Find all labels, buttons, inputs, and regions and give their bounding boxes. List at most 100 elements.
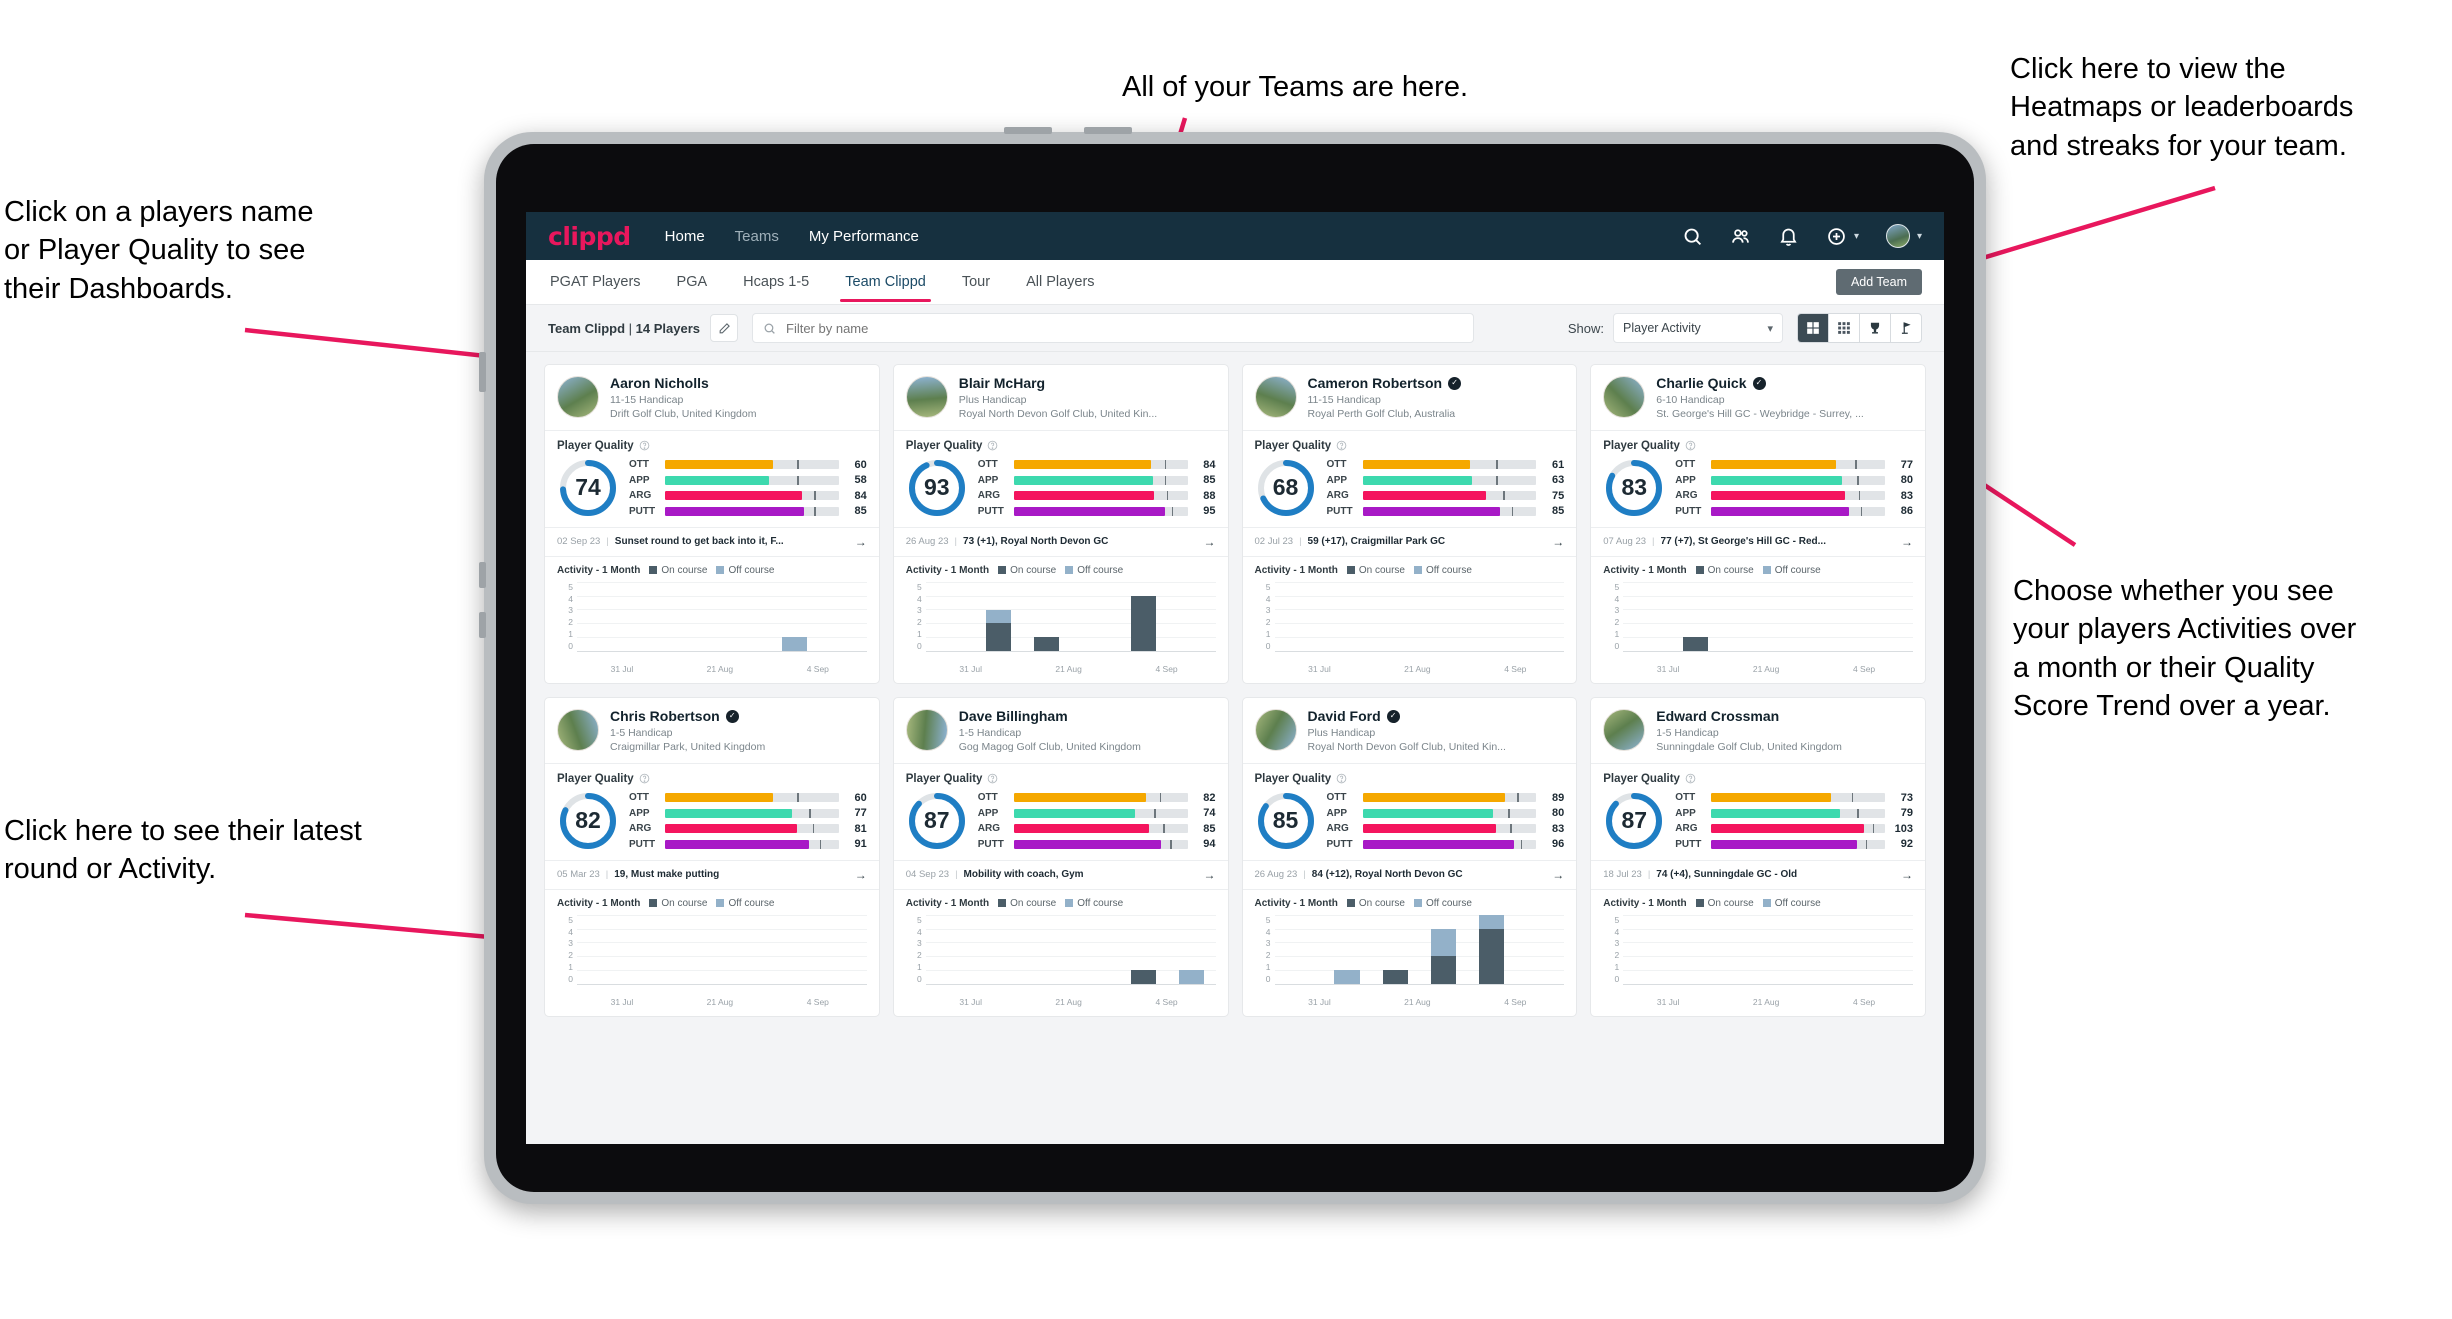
player-card[interactable]: David Ford ✓ Plus Handicap Royal North D… bbox=[1241, 696, 1578, 1017]
player-card-header[interactable]: Aaron Nicholls 11-15 Handicap Drift Golf… bbox=[545, 365, 879, 431]
bar-slot bbox=[1672, 915, 1720, 984]
player-card[interactable]: Cameron Robertson ✓ 11-15 Handicap Royal… bbox=[1241, 364, 1578, 684]
metric-row: PUTT 86 bbox=[1675, 505, 1913, 517]
help-circle-icon[interactable] bbox=[987, 440, 998, 451]
player-card-header[interactable]: Cameron Robertson ✓ 11-15 Handicap Royal… bbox=[1242, 365, 1577, 431]
view-grid-small-button[interactable] bbox=[1829, 314, 1860, 342]
arrow-right-icon[interactable]: → bbox=[1901, 535, 1913, 549]
arrow-right-icon[interactable]: → bbox=[1204, 868, 1216, 882]
player-quality-title: Player Quality bbox=[906, 773, 1216, 785]
nav-link-my-performance[interactable]: My Performance bbox=[809, 228, 919, 245]
player-card-header[interactable]: David Ford ✓ Plus Handicap Royal North D… bbox=[1242, 698, 1577, 764]
chevron-down-icon-add[interactable]: ▾ bbox=[1854, 231, 1859, 242]
tab-pgat-players[interactable]: PGAT Players bbox=[548, 263, 643, 302]
player-card[interactable]: Aaron Nicholls 11-15 Handicap Drift Golf… bbox=[544, 364, 880, 684]
view-grid-large-button[interactable] bbox=[1798, 314, 1829, 342]
bar-slot bbox=[1323, 582, 1371, 651]
search-input[interactable] bbox=[784, 319, 1463, 337]
annotation-players: Click on a players name or Player Qualit… bbox=[4, 196, 314, 305]
nav-link-teams[interactable]: Teams bbox=[735, 228, 779, 245]
metric-value: 84 bbox=[854, 489, 867, 502]
player-name[interactable]: Edward Crossman bbox=[1656, 708, 1913, 724]
plus-circle-icon[interactable] bbox=[1826, 226, 1847, 247]
metric-benchmark-tick bbox=[1496, 475, 1498, 485]
search-icon[interactable] bbox=[1682, 226, 1703, 247]
tab-all-players[interactable]: All Players bbox=[1024, 263, 1097, 302]
metrics-list: OTT 73 APP 79 ARG 103 PUTT 92 bbox=[1675, 792, 1913, 851]
help-circle-icon[interactable] bbox=[639, 773, 650, 784]
player-name[interactable]: Charlie Quick ✓ bbox=[1656, 375, 1913, 391]
latest-round-row[interactable]: 04 Sep 23 | Mobility with coach, Gym → bbox=[893, 861, 1228, 890]
player-quality-section[interactable]: Player Quality 82 OTT 60 APP 77 ARG 81 P… bbox=[545, 764, 879, 861]
avatar[interactable] bbox=[1885, 224, 1910, 248]
player-quality-section[interactable]: Player Quality 93 OTT 84 APP 85 ARG 88 P… bbox=[893, 431, 1228, 528]
chevron-down-icon-profile[interactable]: ▾ bbox=[1917, 231, 1922, 242]
player-avatar bbox=[905, 376, 948, 418]
player-name[interactable]: Blair McHarg bbox=[959, 375, 1216, 391]
arrow-right-icon[interactable]: → bbox=[1552, 535, 1564, 549]
player-card-header[interactable]: Blair McHarg Plus Handicap Royal North D… bbox=[893, 365, 1228, 431]
player-card-header[interactable]: Chris Robertson ✓ 1-5 Handicap Craigmill… bbox=[545, 698, 879, 764]
latest-round-row[interactable]: 26 Aug 23 | 84 (+12), Royal North Devon … bbox=[1242, 861, 1577, 890]
arrow-right-icon[interactable]: → bbox=[1901, 868, 1913, 882]
latest-round-row[interactable]: 02 Jul 23 | 59 (+17), Craigmillar Park G… bbox=[1242, 528, 1577, 557]
metric-label: APP bbox=[1326, 474, 1348, 486]
search-field[interactable] bbox=[752, 313, 1474, 343]
player-quality-section[interactable]: Player Quality 85 OTT 89 APP 80 ARG 83 P… bbox=[1242, 764, 1577, 861]
add-team-button[interactable]: Add Team bbox=[1835, 269, 1922, 295]
player-name[interactable]: Chris Robertson ✓ bbox=[610, 708, 867, 724]
player-card[interactable]: Chris Robertson ✓ 1-5 Handicap Craigmill… bbox=[544, 696, 880, 1017]
latest-round-row[interactable]: 18 Jul 23 | 74 (+4), Sunningdale GC - Ol… bbox=[1591, 861, 1925, 890]
bar-slot bbox=[1022, 915, 1070, 984]
arrow-right-icon[interactable]: → bbox=[855, 868, 867, 882]
help-circle-icon[interactable] bbox=[639, 440, 650, 451]
arrow-right-icon[interactable]: → bbox=[1204, 535, 1216, 549]
arrow-right-icon[interactable]: → bbox=[855, 535, 867, 549]
player-avatar bbox=[557, 708, 599, 751]
nav-link-home[interactable]: Home bbox=[665, 228, 705, 245]
player-name[interactable]: Aaron Nicholls bbox=[610, 375, 867, 391]
player-card[interactable]: Dave Billingham 1-5 Handicap Gog Magog G… bbox=[892, 696, 1229, 1017]
view-flag-button[interactable] bbox=[1891, 314, 1921, 342]
player-quality-section[interactable]: Player Quality 87 OTT 73 APP 79 ARG 103 … bbox=[1591, 764, 1925, 861]
latest-round-row[interactable]: 26 Aug 23 | 73 (+1), Royal North Devon G… bbox=[893, 528, 1228, 557]
edit-team-button[interactable] bbox=[710, 314, 738, 342]
people-icon[interactable] bbox=[1730, 226, 1751, 247]
y-tick: 5 bbox=[568, 581, 573, 592]
player-quality-section[interactable]: Player Quality 87 OTT 82 APP 74 ARG 85 P… bbox=[893, 764, 1228, 861]
show-select[interactable]: Player Activity ▾ bbox=[1613, 313, 1783, 343]
metric-benchmark-tick bbox=[809, 808, 811, 818]
tab-team-clippd[interactable]: Team Clippd bbox=[840, 263, 931, 302]
latest-round-row[interactable]: 02 Sep 23 | Sunset round to get back int… bbox=[545, 528, 879, 557]
help-circle-icon[interactable] bbox=[987, 773, 998, 784]
help-circle-icon[interactable] bbox=[1685, 440, 1696, 451]
y-tick: 1 bbox=[917, 629, 922, 640]
player-name[interactable]: David Ford ✓ bbox=[1308, 708, 1565, 724]
player-card[interactable]: Blair McHarg Plus Handicap Royal North D… bbox=[892, 364, 1229, 684]
view-trophy-button[interactable] bbox=[1860, 314, 1891, 342]
help-circle-icon[interactable] bbox=[1336, 440, 1347, 451]
latest-round-row[interactable]: 05 Mar 23 | 19, Must make putting → bbox=[545, 861, 879, 890]
player-quality-section[interactable]: Player Quality 83 OTT 77 APP 80 ARG 83 P… bbox=[1591, 431, 1925, 528]
tab-hcaps-1-5[interactable]: Hcaps 1-5 bbox=[741, 263, 811, 302]
help-circle-icon[interactable] bbox=[1685, 773, 1696, 784]
player-quality-section[interactable]: Player Quality 74 OTT 60 APP 58 ARG 84 P… bbox=[545, 431, 879, 528]
metric-value: 82 bbox=[1203, 791, 1216, 804]
tab-pga[interactable]: PGA bbox=[675, 263, 710, 302]
activity-chart: 543210 bbox=[906, 914, 1216, 993]
player-card-header[interactable]: Edward Crossman 1-5 Handicap Sunningdale… bbox=[1591, 698, 1925, 764]
player-quality-section[interactable]: Player Quality 68 OTT 61 APP 63 ARG 75 P… bbox=[1242, 431, 1577, 528]
player-card[interactable]: Charlie Quick ✓ 6-10 Handicap St. George… bbox=[1590, 364, 1926, 684]
latest-round-row[interactable]: 07 Aug 23 | 77 (+7), St George's Hill GC… bbox=[1591, 528, 1925, 557]
player-card[interactable]: Edward Crossman 1-5 Handicap Sunningdale… bbox=[1590, 696, 1926, 1017]
player-card-header[interactable]: Dave Billingham 1-5 Handicap Gog Magog G… bbox=[893, 698, 1228, 764]
clippd-logo[interactable]: clippd bbox=[548, 222, 631, 251]
bell-icon[interactable] bbox=[1778, 226, 1799, 247]
quality-ring-wrap: 85 bbox=[1255, 790, 1317, 852]
tab-tour[interactable]: Tour bbox=[960, 263, 992, 302]
player-name[interactable]: Dave Billingham bbox=[959, 708, 1216, 724]
arrow-right-icon[interactable]: → bbox=[1552, 868, 1564, 882]
player-card-header[interactable]: Charlie Quick ✓ 6-10 Handicap St. George… bbox=[1591, 365, 1925, 431]
help-circle-icon[interactable] bbox=[1336, 773, 1347, 784]
player-name[interactable]: Cameron Robertson ✓ bbox=[1308, 375, 1565, 391]
